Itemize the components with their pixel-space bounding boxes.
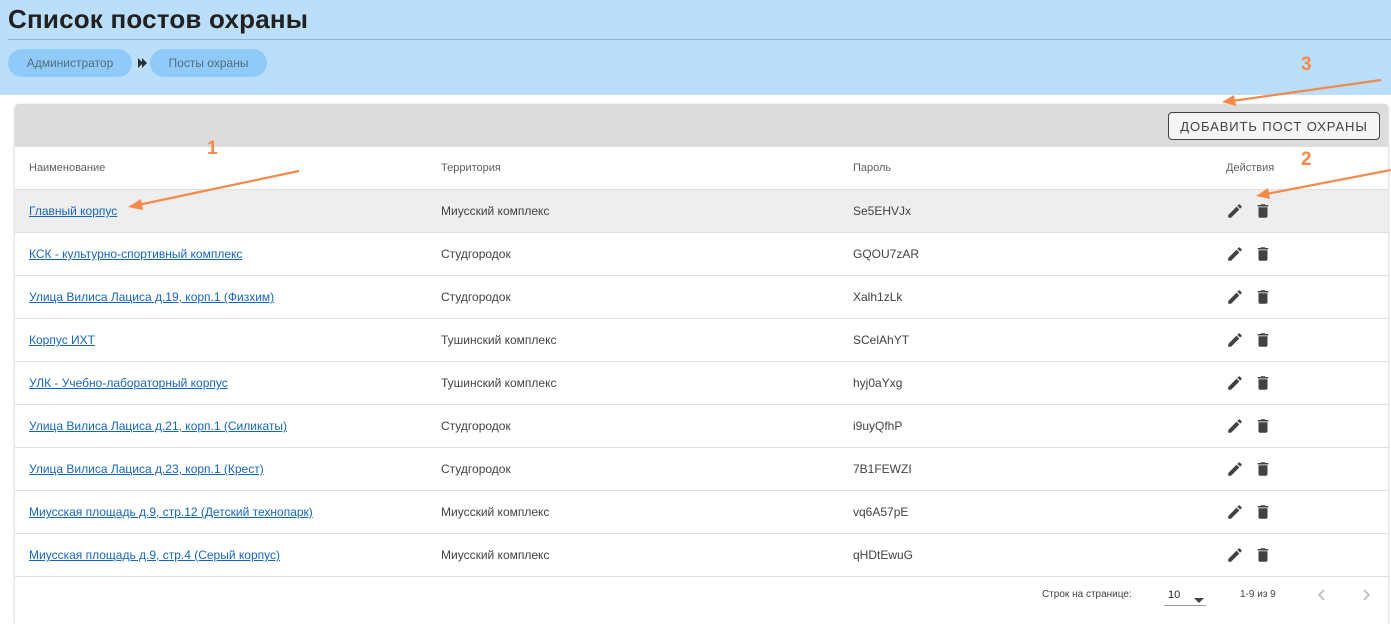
rows-per-page-label: Строк на странице: [1042,589,1132,600]
post-password: GQOU7zAR [853,247,920,261]
post-territory: Тушинский комплекс [441,333,557,347]
posts-card: ДОБАВИТЬ ПОСТ ОХРАНЫ Наименование Террит… [15,104,1388,624]
row-actions [1226,233,1272,275]
table-header: Наименование Территория Пароль Действия [15,147,1388,190]
post-password: 7B1FEWZI [853,462,912,476]
post-territory: Студгородок [441,462,511,476]
column-header-actions: Действия [1226,162,1275,174]
post-password: i9uyQfhP [853,419,903,433]
post-territory: Студгородок [441,419,511,433]
trash-icon[interactable] [1254,288,1272,306]
post-password: hyj0aYxg [853,376,903,390]
post-password: Se5EHVJx [853,204,912,218]
pencil-icon[interactable] [1226,503,1244,521]
row-actions [1226,362,1272,404]
pagination-range: 1-9 из 9 [1240,589,1276,600]
breadcrumb-item-posts[interactable]: Посты охраны [150,49,267,77]
pencil-icon[interactable] [1226,331,1244,349]
annotation-number-3: 3 [1301,54,1312,75]
post-territory: Миусский комплекс [441,505,550,519]
rows-per-page-select[interactable]: 10 [1164,585,1206,606]
post-name-link[interactable]: Улица Вилиса Лациса д.19, корп.1 (Физхим… [29,276,274,318]
trash-icon[interactable] [1254,331,1272,349]
pencil-icon[interactable] [1226,245,1244,263]
table-row: Улица Вилиса Лациса д.19, корп.1 (Физхим… [15,276,1388,319]
column-header-territory[interactable]: Территория [441,147,501,189]
previous-page-button[interactable] [1311,584,1333,606]
row-actions [1226,491,1272,533]
add-post-button[interactable]: ДОБАВИТЬ ПОСТ ОХРАНЫ [1168,112,1380,140]
next-page-button[interactable] [1355,584,1377,606]
trash-icon[interactable] [1254,503,1272,521]
trash-icon[interactable] [1254,202,1272,220]
row-actions [1226,405,1272,447]
row-actions [1226,448,1272,490]
post-password: SCelAhYT [853,333,910,347]
breadcrumb-separator-icon [137,49,149,77]
table-row: УЛК - Учебно-лабораторный корпус Тушински… [15,362,1388,405]
trash-icon[interactable] [1254,460,1272,478]
post-territory: Миусский комплекс [441,204,550,218]
post-name-link[interactable]: Улица Вилиса Лациса д.23, корп.1 (Крест) [29,448,264,490]
table-row: Улица Вилиса Лациса д.23, корп.1 (Крест)… [15,448,1388,491]
column-header-password[interactable]: Пароль [853,147,891,189]
post-name-link[interactable]: Улица Вилиса Лациса д.21, корп.1 (Силика… [29,405,287,447]
column-header-name[interactable]: Наименование [29,147,105,189]
post-territory: Студгородок [441,247,511,261]
post-name-link[interactable]: Главный корпус [29,190,117,232]
post-name-link[interactable]: КСК - культурно-спортивный комплекс [29,233,242,275]
annotation-number-1: 1 [207,138,218,159]
table-body: Главный корпус Миусский комплекс Se5EHVJx К… [15,190,1388,577]
table-row: Миусская площадь д.9, стр.12 (Детский те… [15,491,1388,534]
page-header: Список постов охраны Администратор Посты… [0,0,1391,95]
table-row: КСК - культурно-спортивный комплекс Студг… [15,233,1388,276]
trash-icon[interactable] [1254,417,1272,435]
post-territory: Тушинский комплекс [441,376,557,390]
page-title: Список постов охраны [8,4,309,34]
breadcrumb-item-admin[interactable]: Администратор [8,49,132,77]
table-toolbar: ДОБАВИТЬ ПОСТ ОХРАНЫ [15,104,1388,147]
trash-icon[interactable] [1254,374,1272,392]
row-actions [1226,276,1272,318]
chevron-down-icon [1194,591,1204,609]
pencil-icon[interactable] [1226,288,1244,306]
table-pagination: Строк на странице: 10 1-9 из 9 [15,570,1388,620]
pencil-icon[interactable] [1226,374,1244,392]
chevron-left-icon [1317,589,1325,601]
row-actions [1226,190,1272,232]
posts-table: Наименование Территория Пароль Действия … [15,147,1388,577]
pencil-icon[interactable] [1226,417,1244,435]
post-password: Xalh1zLk [853,290,903,304]
table-row: Корпус ИХТ Тушинский комплекс SCelAhYT [15,319,1388,362]
trash-icon[interactable] [1254,245,1272,263]
annotation-number-2: 2 [1301,149,1312,170]
post-territory: Студгородок [441,290,511,304]
post-password: vq6A57pE [853,505,909,519]
pencil-icon[interactable] [1226,546,1244,564]
post-name-link[interactable]: Корпус ИХТ [29,319,95,361]
pencil-icon[interactable] [1226,460,1244,478]
row-actions [1226,319,1272,361]
header-divider [8,39,1391,40]
table-row: Улица Вилиса Лациса д.21, корп.1 (Силика… [15,405,1388,448]
post-name-link[interactable]: УЛК - Учебно-лабораторный корпус [29,362,228,404]
table-row: Главный корпус Миусский комплекс Se5EHVJx [15,190,1388,233]
rows-per-page-value: 10 [1168,589,1181,601]
pencil-icon[interactable] [1226,202,1244,220]
trash-icon[interactable] [1254,546,1272,564]
chevron-right-icon [1363,589,1371,601]
post-name-link[interactable]: Миусская площадь д.9, стр.12 (Детский те… [29,491,313,533]
